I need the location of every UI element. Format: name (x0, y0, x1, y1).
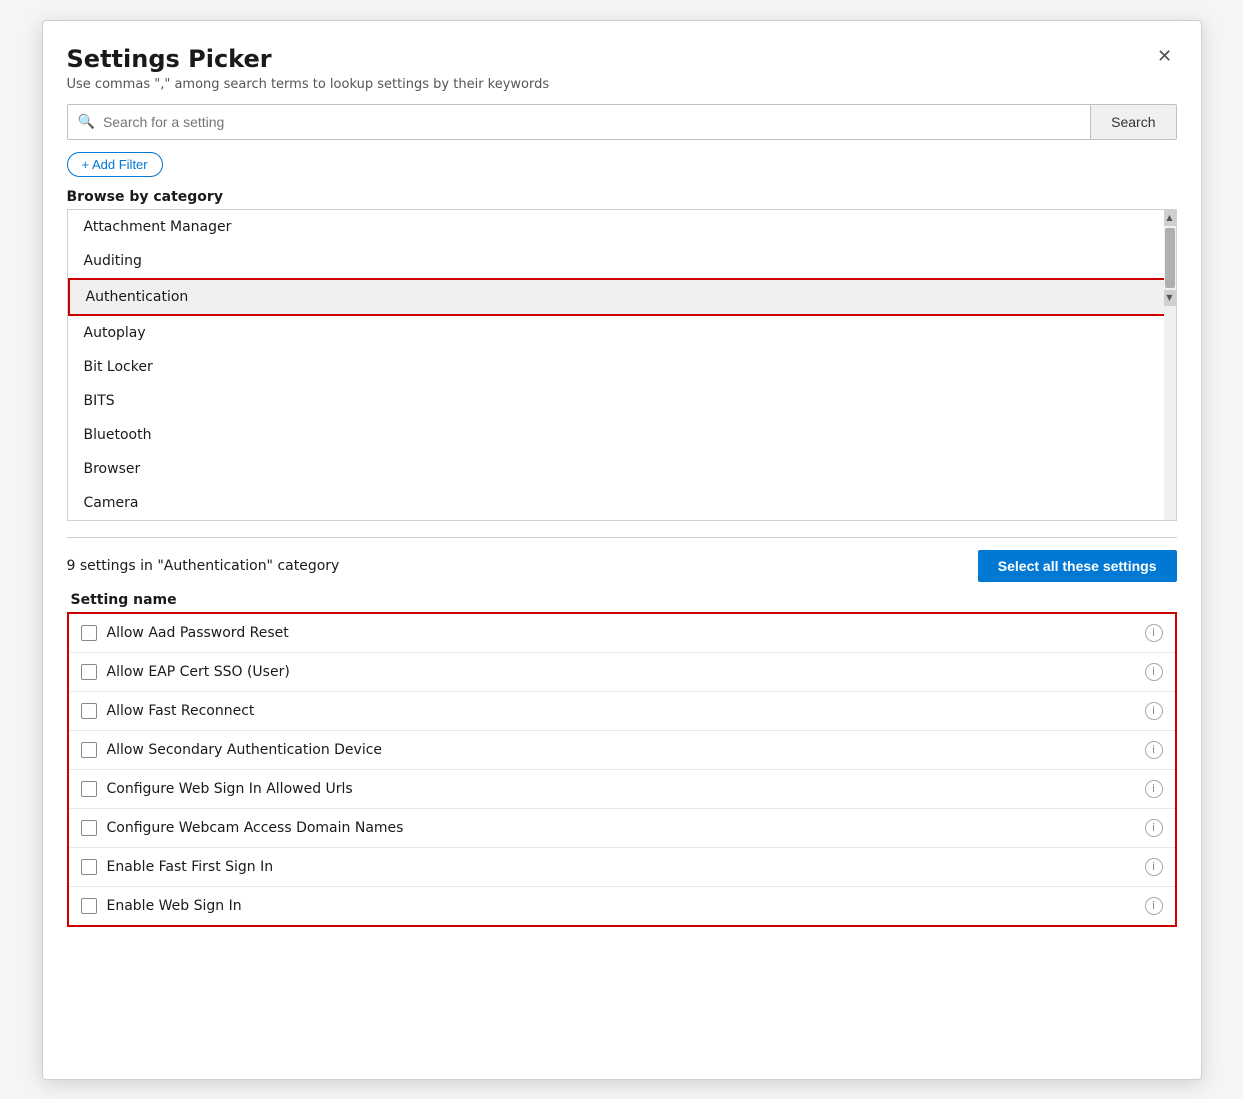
setting-name-allow-fast: Allow Fast Reconnect (107, 703, 255, 719)
info-icon-enable-web-sign[interactable]: i (1145, 897, 1163, 915)
dialog-title: Settings Picker (67, 45, 1177, 73)
info-icon-allow-fast[interactable]: i (1145, 702, 1163, 720)
setting-checkbox-enable-fast-sign[interactable] (81, 859, 97, 875)
category-item-bluetooth[interactable]: Bluetooth (68, 418, 1176, 452)
setting-row-enable-fast-sign: Enable Fast First Sign In i (69, 848, 1175, 887)
setting-row-configure-web-sign: Configure Web Sign In Allowed Urls i (69, 770, 1175, 809)
setting-left-allow-aad: Allow Aad Password Reset (81, 625, 289, 641)
setting-checkbox-allow-secondary[interactable] (81, 742, 97, 758)
info-icon-allow-aad[interactable]: i (1145, 624, 1163, 642)
browse-title: Browse by category (67, 189, 1177, 205)
info-icon-allow-secondary[interactable]: i (1145, 741, 1163, 759)
category-item-browser[interactable]: Browser (68, 452, 1176, 486)
scroll-down-arrow[interactable]: ▼ (1164, 290, 1176, 306)
info-icon-enable-fast-sign[interactable]: i (1145, 858, 1163, 876)
category-item-camera[interactable]: Camera (68, 486, 1176, 520)
filter-row: + Add Filter (43, 152, 1201, 189)
close-button[interactable]: ✕ (1149, 41, 1181, 73)
setting-name-enable-web-sign: Enable Web Sign In (107, 898, 242, 914)
setting-row-allow-fast: Allow Fast Reconnect i (69, 692, 1175, 731)
setting-row-allow-secondary: Allow Secondary Authentication Device i (69, 731, 1175, 770)
settings-count: 9 settings in "Authentication" category (67, 558, 340, 574)
search-button[interactable]: Search (1091, 104, 1176, 140)
select-all-button[interactable]: Select all these settings (978, 550, 1177, 582)
setting-left-enable-fast-sign: Enable Fast First Sign In (81, 859, 274, 875)
dialog-subtitle: Use commas "," among search terms to loo… (67, 77, 1177, 92)
setting-name-allow-secondary: Allow Secondary Authentication Device (107, 742, 383, 758)
info-icon-configure-webcam[interactable]: i (1145, 819, 1163, 837)
setting-name-allow-eap: Allow EAP Cert SSO (User) (107, 664, 290, 680)
scroll-thumb[interactable] (1165, 228, 1175, 288)
setting-name-enable-fast-sign: Enable Fast First Sign In (107, 859, 274, 875)
setting-checkbox-configure-web-sign[interactable] (81, 781, 97, 797)
setting-checkbox-enable-web-sign[interactable] (81, 898, 97, 914)
category-item-attachment-manager[interactable]: Attachment Manager (68, 210, 1176, 244)
settings-section: 9 settings in "Authentication" category … (43, 538, 1201, 1079)
settings-header-row: 9 settings in "Authentication" category … (67, 550, 1177, 582)
browse-section: Browse by category Attachment ManagerAud… (43, 189, 1201, 521)
category-item-authentication[interactable]: Authentication (68, 278, 1176, 316)
settings-picker-dialog: Settings Picker Use commas "," among sea… (42, 20, 1202, 1080)
setting-name-configure-web-sign: Configure Web Sign In Allowed Urls (107, 781, 353, 797)
settings-list: Allow Aad Password ResetiAllow EAP Cert … (67, 612, 1177, 927)
setting-name-allow-aad: Allow Aad Password Reset (107, 625, 289, 641)
info-icon-allow-eap[interactable]: i (1145, 663, 1163, 681)
category-item-auditing[interactable]: Auditing (68, 244, 1176, 278)
category-list-wrap: Attachment ManagerAuditingAuthentication… (67, 209, 1177, 521)
setting-left-allow-eap: Allow EAP Cert SSO (User) (81, 664, 290, 680)
scroll-up-arrow[interactable]: ▲ (1164, 210, 1176, 226)
setting-left-configure-webcam: Configure Webcam Access Domain Names (81, 820, 404, 836)
category-list: Attachment ManagerAuditingAuthentication… (68, 210, 1176, 520)
setting-row-enable-web-sign: Enable Web Sign In i (69, 887, 1175, 925)
search-input[interactable] (103, 114, 1080, 130)
setting-checkbox-allow-eap[interactable] (81, 664, 97, 680)
setting-row-configure-webcam: Configure Webcam Access Domain Names i (69, 809, 1175, 848)
setting-left-enable-web-sign: Enable Web Sign In (81, 898, 242, 914)
info-icon-configure-web-sign[interactable]: i (1145, 780, 1163, 798)
setting-left-allow-secondary: Allow Secondary Authentication Device (81, 742, 383, 758)
category-item-bitlocker[interactable]: Bit Locker (68, 350, 1176, 384)
close-icon: ✕ (1157, 46, 1172, 67)
setting-row-allow-eap: Allow EAP Cert SSO (User) i (69, 653, 1175, 692)
scrollbar: ▲ ▼ (1164, 210, 1176, 520)
dialog-header: Settings Picker Use commas "," among sea… (43, 45, 1201, 104)
category-item-autoplay[interactable]: Autoplay (68, 316, 1176, 350)
add-filter-button[interactable]: + Add Filter (67, 152, 163, 177)
setting-name-configure-webcam: Configure Webcam Access Domain Names (107, 820, 404, 836)
setting-checkbox-configure-webcam[interactable] (81, 820, 97, 836)
setting-checkbox-allow-aad[interactable] (81, 625, 97, 641)
search-icon: 🔍 (78, 114, 95, 130)
category-item-bits[interactable]: BITS (68, 384, 1176, 418)
setting-checkbox-allow-fast[interactable] (81, 703, 97, 719)
setting-left-configure-web-sign: Configure Web Sign In Allowed Urls (81, 781, 353, 797)
settings-column-header: Setting name (67, 592, 1177, 608)
search-row: 🔍 Search (43, 104, 1201, 152)
setting-left-allow-fast: Allow Fast Reconnect (81, 703, 255, 719)
search-input-wrap: 🔍 (67, 104, 1092, 140)
setting-row-allow-aad: Allow Aad Password Reset i (69, 614, 1175, 653)
